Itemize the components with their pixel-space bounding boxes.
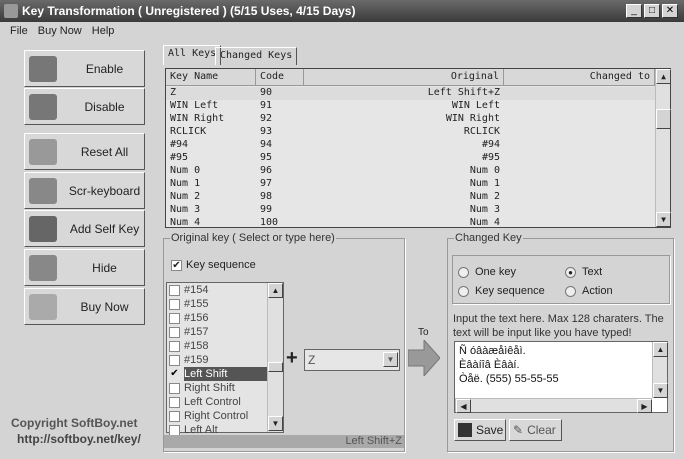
text-line: Ñ óâàæåìêåì. xyxy=(459,345,526,357)
pencil-icon xyxy=(29,215,57,242)
scr-keyboard-button[interactable]: Scr-keyboard xyxy=(24,172,145,209)
mode-radio-group: One key ● Text Key sequence Action xyxy=(452,255,670,304)
scroll-up-arrow[interactable]: ▲ xyxy=(268,283,283,298)
menu-bar: File Buy Now Help xyxy=(0,22,684,40)
changed-key-legend: Changed Key xyxy=(454,232,523,244)
col-original[interactable]: Original xyxy=(304,69,504,86)
table-row[interactable]: RCLICK 93 RCLICK xyxy=(166,126,655,139)
floppy-disk-icon xyxy=(458,423,472,437)
list-item[interactable]: #159 xyxy=(167,353,283,367)
original-key-legend: Original key ( Select or type here) xyxy=(170,232,336,244)
text-input-area[interactable]: Ñ óâàæåìêåì. Èâàíîâ Èâàí. Òåë. (555) 55-55… xyxy=(454,341,668,413)
keys-table: Key Name Code Original Changed to Z 90 Lef… xyxy=(165,68,671,228)
gears-icon xyxy=(29,93,57,120)
table-row[interactable]: Num 0 96 Num 0 xyxy=(166,165,655,178)
plus-icon: + xyxy=(286,347,298,369)
col-key-name[interactable]: Key Name xyxy=(166,69,256,86)
table-row[interactable]: WIN Left 91 WIN Left xyxy=(166,100,655,113)
scroll-thumb[interactable] xyxy=(268,362,283,372)
key-sequence-label: Key sequence xyxy=(186,259,256,271)
scroll-down-arrow[interactable]: ▼ xyxy=(656,212,671,227)
list-item[interactable]: #154 xyxy=(167,283,283,297)
recycle-icon xyxy=(29,138,57,165)
table-row[interactable]: Num 4 100 Num 4 xyxy=(166,217,655,230)
tab-changed-keys[interactable]: Changed Keys xyxy=(215,47,298,65)
radio-text[interactable]: ● Text xyxy=(565,266,602,278)
gears-icon xyxy=(29,55,57,82)
table-row[interactable]: Z 90 Left Shift+Z xyxy=(166,87,655,100)
list-scrollbar[interactable]: ▲ ▼ xyxy=(267,283,283,432)
enable-button[interactable]: Enable xyxy=(24,50,145,87)
copyright-text: Copyright SoftBoy.net xyxy=(11,416,138,430)
menu-file[interactable]: File xyxy=(10,25,28,37)
computer-icon xyxy=(29,177,57,204)
list-item[interactable]: #157 xyxy=(167,325,283,339)
cart-icon xyxy=(29,293,57,320)
radio-one-key[interactable]: One key xyxy=(458,266,516,278)
table-row[interactable]: WIN Right 92 WIN Right xyxy=(166,113,655,126)
add-self-key-button[interactable]: Add Self Key xyxy=(24,210,145,247)
menu-buy-now[interactable]: Buy Now xyxy=(38,25,82,37)
vertical-scrollbar[interactable]: ▲ ▼ xyxy=(652,342,668,398)
maximize-button[interactable]: □ xyxy=(644,4,660,18)
changed-key-group: Changed Key One key ● Text Key sequence A… xyxy=(447,232,674,452)
minimize-button[interactable]: _ xyxy=(626,4,642,18)
chevron-down-icon[interactable]: ▼ xyxy=(383,352,398,367)
list-item[interactable]: Left Control xyxy=(167,395,283,409)
reset-all-button[interactable]: Reset All xyxy=(24,133,145,170)
arrow-right-icon xyxy=(408,340,440,376)
table-row[interactable]: Num 3 99 Num 3 xyxy=(166,204,655,217)
window-title: Key Transformation ( Unregistered ) (5/1… xyxy=(22,4,356,18)
close-button[interactable]: ✕ xyxy=(662,4,678,18)
running-man-icon xyxy=(29,254,57,281)
to-label: To xyxy=(418,327,429,338)
table-row[interactable]: Num 2 98 Num 2 xyxy=(166,191,655,204)
title-bar: Key Transformation ( Unregistered ) (5/1… xyxy=(0,0,684,22)
broom-icon: ✎ xyxy=(513,423,524,437)
list-item[interactable]: #158 xyxy=(167,339,283,353)
list-item[interactable]: Right Control xyxy=(167,409,283,423)
col-code[interactable]: Code xyxy=(256,69,304,86)
list-item[interactable]: ✔ Left Shift xyxy=(167,367,283,381)
buy-now-button[interactable]: Buy Now xyxy=(24,288,145,325)
save-button[interactable]: Save xyxy=(454,419,506,441)
table-row[interactable]: Num 1 97 Num 1 xyxy=(166,178,655,191)
scroll-up-arrow[interactable]: ▲ xyxy=(656,69,671,84)
modifier-key-list[interactable]: #154 #155 #156 #157 #158 #159 ✔ Left Shift Right… xyxy=(166,282,284,436)
text-line: Òåë. (555) 55-55-55 xyxy=(459,373,559,385)
menu-help[interactable]: Help xyxy=(92,25,115,37)
scroll-thumb[interactable] xyxy=(656,109,671,129)
list-item[interactable]: #156 xyxy=(167,311,283,325)
table-row[interactable]: #95 95 #95 xyxy=(166,152,655,165)
clear-button[interactable]: ✎ Clear xyxy=(509,419,562,441)
table-row[interactable]: #94 94 #94 xyxy=(166,139,655,152)
tab-all-keys[interactable]: All Keys xyxy=(163,45,222,65)
checkbox-icon: ✔ xyxy=(171,259,182,271)
list-item[interactable]: #155 xyxy=(167,297,283,311)
radio-key-sequence[interactable]: Key sequence xyxy=(458,285,545,297)
scroll-down-arrow[interactable]: ▼ xyxy=(268,416,283,431)
website-link[interactable]: http://softboy.net/key/ xyxy=(17,432,141,446)
col-changed-to[interactable]: Changed to xyxy=(504,69,655,86)
combo-value: Z xyxy=(308,353,316,367)
horizontal-scrollbar[interactable]: ◀ ▶ xyxy=(455,398,652,413)
text-line: Èâàíîâ Èâàí. xyxy=(459,359,520,371)
list-item[interactable]: Right Shift xyxy=(167,381,283,395)
disable-button[interactable]: Disable xyxy=(24,88,145,125)
radio-action[interactable]: Action xyxy=(565,285,613,297)
status-bar: Left Shift+Z xyxy=(164,435,404,448)
app-icon xyxy=(4,4,18,18)
key-sequence-checkbox[interactable]: ✔ Key sequence xyxy=(171,259,256,271)
key-combo[interactable]: Z ▼ xyxy=(304,349,400,371)
text-hint: Input the text here. Max 128 charaters. … xyxy=(453,313,664,339)
table-scrollbar[interactable]: ▲ ▼ xyxy=(655,69,671,227)
original-key-group: Original key ( Select or type here) ✔ Key… xyxy=(163,232,405,452)
hide-button[interactable]: Hide xyxy=(24,249,145,286)
